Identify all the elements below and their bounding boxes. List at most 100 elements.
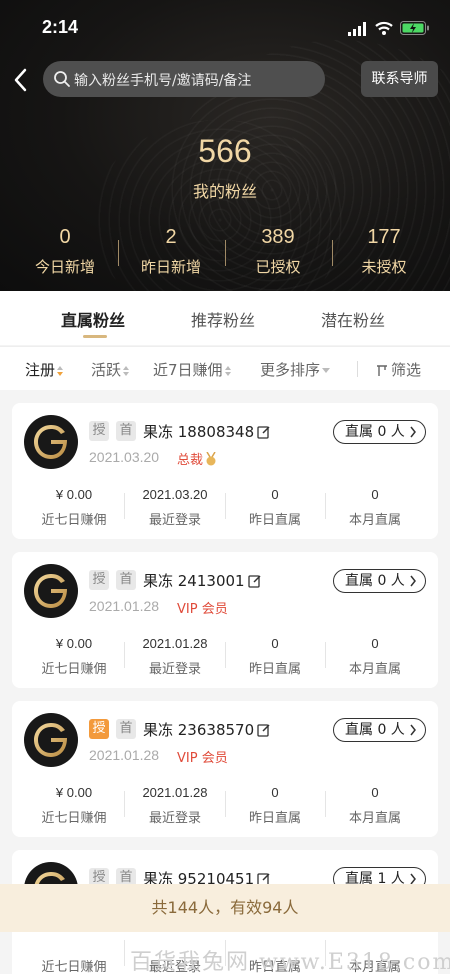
sort-arrows-icon: [123, 365, 130, 376]
divider: [325, 493, 326, 519]
metric-label: 本月直属: [348, 513, 401, 528]
g-logo-icon: [34, 574, 67, 608]
divider: [124, 940, 125, 966]
fan-card[interactable]: 授首果冻 2413001 直属 0 人 2021.01.28 VIP 会员 ¥ 0.00…: [12, 552, 438, 688]
authorized-tag: 授: [89, 719, 109, 739]
join-date: 2021.01.28: [89, 747, 160, 763]
tab-potential-fans[interactable]: 潜在粉丝: [321, 307, 385, 331]
g-logo-icon: [34, 723, 67, 757]
join-date: 2021.03.20: [89, 449, 160, 465]
filter-icon: [377, 364, 387, 376]
sort-commission-7d[interactable]: 近7日赚佣: [153, 359, 232, 380]
sort-active[interactable]: 活跃: [91, 359, 130, 380]
avatar[interactable]: [24, 415, 78, 469]
metric-value: 2021.01.28: [142, 785, 208, 800]
avatar[interactable]: [24, 564, 78, 618]
filter-label: 筛选: [391, 361, 422, 379]
first-tag: 首: [116, 719, 136, 739]
divider: [118, 240, 119, 266]
metric-label: 本月直属: [348, 811, 401, 826]
metric-4: 0 本月直属: [325, 785, 425, 826]
tab-recommended-fans[interactable]: 推荐粉丝: [191, 307, 255, 331]
stat-label: 已授权: [255, 258, 301, 276]
sort-more[interactable]: 更多排序: [260, 359, 331, 380]
metric-3: 0 昨日直属: [225, 785, 325, 826]
metric-label: 昨日直属: [248, 662, 301, 677]
fan-name: 果冻 2413001: [143, 572, 245, 590]
stat-yesterday-new[interactable]: 2 昨日新增: [121, 226, 221, 277]
medal-icon: [206, 452, 216, 466]
metric-1: ¥ 0.00 近七日赚佣: [24, 636, 124, 677]
stat-value: 0: [59, 226, 71, 248]
sort-bar: 注册 活跃 近7日赚佣 更多排序 筛选: [0, 346, 450, 390]
status-time: 2:14: [42, 17, 79, 37]
search-input[interactable]: 输入粉丝手机号/邀请码/备注: [43, 61, 325, 97]
chevron-right-icon: [410, 724, 416, 736]
member-level-label: 总裁: [177, 453, 204, 468]
metric-3: 0 昨日直属: [225, 487, 325, 528]
fan-card[interactable]: 授首果冻 18808348 直属 0 人 2021.03.20 总裁 ¥ 0.00 近七日…: [12, 403, 438, 539]
fan-card[interactable]: 授首果冻 23638570 直属 0 人 2021.01.28 VIP 会员 ¥ 0.0…: [12, 701, 438, 837]
sort-active-label: 活跃: [91, 361, 122, 379]
wifi-icon: [375, 21, 393, 35]
metric-1: 近七日赚佣: [24, 934, 124, 974]
metric-4: 0 本月直属: [325, 487, 425, 528]
edit-icon[interactable]: [247, 574, 262, 588]
metric-value: 0: [371, 785, 379, 800]
sort-arrows-icon: [57, 365, 64, 376]
metric-label: 最近登录: [148, 662, 201, 677]
metric-label: 昨日直属: [248, 811, 301, 826]
metric-3: 0 昨日直属: [225, 636, 325, 677]
signal-icon: [348, 22, 366, 36]
stat-unauthorized[interactable]: 177 未授权: [334, 226, 434, 277]
back-arrow-icon[interactable]: [10, 64, 32, 96]
fan-name: 果冻 23638570: [143, 721, 255, 739]
divider: [357, 361, 358, 377]
direct-count-label: 直属 0 人: [345, 573, 405, 589]
divider: [325, 791, 326, 817]
sort-register[interactable]: 注册: [25, 359, 64, 380]
stat-label: 昨日新增: [140, 258, 201, 276]
direct-count-button[interactable]: 直属 0 人: [333, 718, 426, 742]
active-tab-indicator: [83, 335, 107, 338]
metric-1: ¥ 0.00 近七日赚佣: [24, 487, 124, 528]
metric-value: ¥ 0.00: [55, 636, 93, 651]
divider: [325, 642, 326, 668]
direct-count-button[interactable]: 直属 0 人: [333, 569, 426, 593]
first-tag: 首: [116, 570, 136, 590]
member-level-label: VIP 会员: [177, 751, 228, 766]
divider: [124, 791, 125, 817]
direct-count-label: 直属 0 人: [345, 424, 405, 440]
status-bar: 2:14: [0, 0, 450, 56]
metric-2: 2021.01.28 最近登录: [125, 785, 225, 826]
metric-label: 昨日直属: [248, 513, 301, 528]
metric-label: 近七日赚佣: [41, 811, 107, 826]
metric-value: ¥ 0.00: [55, 487, 93, 502]
search-icon: [54, 71, 70, 87]
tab-direct-fans[interactable]: 直属粉丝: [61, 307, 125, 331]
search-placeholder: 输入粉丝手机号/邀请码/备注: [74, 73, 252, 89]
metric-value: 0: [271, 636, 279, 651]
first-tag: 首: [116, 421, 136, 441]
edit-icon[interactable]: [257, 723, 271, 737]
stat-value: 177: [367, 226, 401, 248]
fan-name-row: 果冻 18808348: [143, 421, 271, 442]
direct-count-button[interactable]: 直属 0 人: [333, 420, 426, 444]
stat-today-new[interactable]: 0 今日新增: [15, 226, 115, 277]
authorized-tag: 授: [89, 570, 109, 590]
filter-button[interactable]: 筛选: [376, 359, 421, 380]
stat-authorized[interactable]: 389 已授权: [228, 226, 328, 277]
member-level: VIP 会员: [177, 747, 228, 766]
stat-value: 389: [261, 226, 295, 248]
contact-mentor-button[interactable]: 联系导师: [361, 61, 438, 97]
divider: [124, 493, 125, 519]
watermark: 百货我兔网 www.E318.com: [130, 950, 450, 974]
fan-name: 果冻 18808348: [143, 423, 255, 441]
edit-icon[interactable]: [257, 425, 271, 439]
metric-label: 最近登录: [148, 513, 201, 528]
join-date: 2021.01.28: [89, 598, 160, 614]
fans-label: 我的粉丝: [192, 182, 257, 201]
metric-label: 近七日赚佣: [41, 513, 107, 528]
avatar[interactable]: [24, 713, 78, 767]
fan-name-row: 果冻 2413001: [143, 570, 262, 591]
